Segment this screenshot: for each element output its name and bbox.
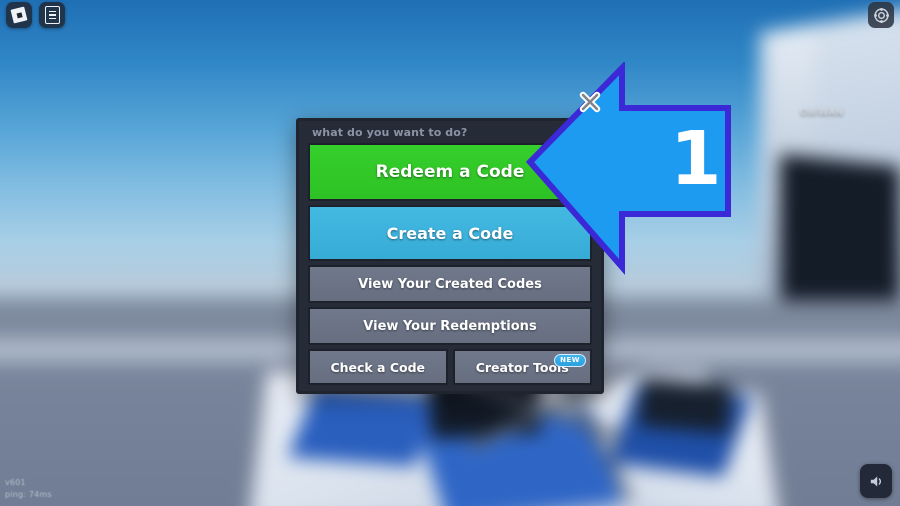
create-a-code-label: Create a Code: [386, 223, 514, 243]
background-wall-shadow: [780, 153, 900, 317]
player-nametag: ObiWAN: [800, 108, 844, 118]
view-your-created-codes-label: View Your Created Codes: [358, 276, 542, 292]
speaker-glyph: [870, 476, 881, 486]
menu-list-glyph: [44, 6, 60, 24]
hud-stats: v601 ping: 74ms: [5, 477, 52, 501]
check-a-code-label: Check a Code: [330, 359, 426, 375]
close-icon[interactable]: [578, 90, 602, 114]
redeem-a-code-label: Redeem a Code: [375, 162, 525, 182]
settings-icon[interactable]: [868, 2, 894, 28]
check-a-code-button[interactable]: Check a Code: [308, 349, 448, 385]
version-text: v601: [5, 478, 26, 487]
background-dark-shape: [638, 378, 732, 434]
new-badge: NEW: [554, 354, 586, 367]
creator-tools-button[interactable]: Creator Tools NEW: [452, 349, 592, 385]
game-screen: ObiWAN v601 ping: 74ms what do you want …: [0, 0, 900, 506]
roblox-logo-icon[interactable]: [6, 2, 32, 28]
view-your-redemptions-button[interactable]: View Your Redemptions: [308, 307, 592, 345]
annotation-step-number: 1: [670, 116, 722, 202]
roblox-logo-glyph: [10, 6, 28, 24]
close-x-glyph: [579, 91, 601, 113]
hud-top-left: [6, 2, 65, 28]
speaker-icon[interactable]: [860, 464, 892, 498]
annotation-arrow: 1: [522, 60, 734, 280]
settings-gear-glyph: [873, 7, 889, 23]
ping-text: ping: 74ms: [5, 490, 52, 499]
view-your-redemptions-label: View Your Redemptions: [363, 318, 537, 334]
panel-bottom-row: Check a Code Creator Tools NEW: [308, 349, 592, 385]
menu-list-icon[interactable]: [39, 2, 65, 28]
